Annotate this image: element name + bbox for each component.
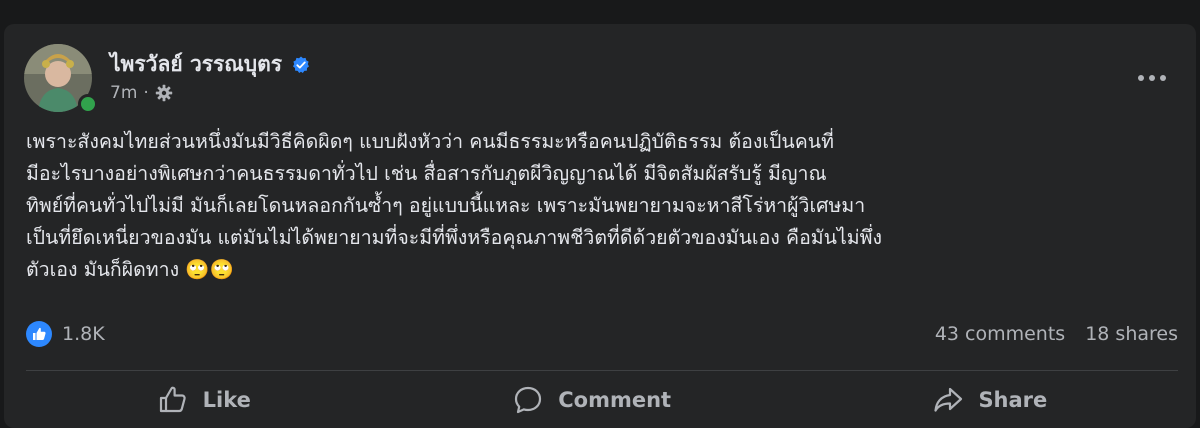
actions-divider — [26, 370, 1178, 371]
post-card: ไพรวัลย์ วรรณบุตร 7m · เพราะสังคมไทยส่วน… — [4, 24, 1196, 428]
post-text-line: ทิพย์ที่คนทั่วไปไม่มี มันก็เลยโดนหลอกกัน… — [26, 194, 866, 217]
post-text-line: เป็นที่ยึดเหนี่ยวของมัน แต่มันไม่ได้พยาย… — [26, 226, 883, 249]
post-timestamp[interactable]: 7m — [110, 83, 137, 103]
share-arrow-icon — [934, 387, 963, 412]
comments-count[interactable]: 43 comments — [935, 323, 1065, 345]
author-row: ไพรวัลย์ วรรณบุตร — [110, 48, 310, 81]
meta-separator: · — [143, 83, 149, 103]
post-text-line: เพราะสังคมไทยส่วนหนึ่งมันมีวิธีคิดผิดๆ แ… — [26, 130, 834, 153]
speech-bubble-icon — [515, 386, 542, 414]
comment-label: Comment — [558, 388, 672, 412]
post-meta: 7m · — [110, 83, 173, 103]
like-label: Like — [202, 388, 251, 412]
reactions-summary[interactable]: 1.8K — [26, 321, 105, 347]
author-name[interactable]: ไพรวัลย์ วรรณบุตร — [110, 48, 282, 81]
verified-badge-icon — [293, 56, 310, 73]
share-label: Share — [978, 388, 1048, 412]
more-options-button[interactable] — [1132, 66, 1172, 90]
comment-button[interactable]: Comment — [492, 378, 691, 422]
post-stats: 1.8K 43 comments 18 shares — [26, 316, 1178, 352]
reactions-count: 1.8K — [62, 323, 105, 345]
like-button[interactable]: Like — [137, 378, 271, 422]
post-actions: Like Comment Share — [26, 376, 1178, 424]
post-text-line: มีอะไรบางอย่างพิเศษกว่าคนธรรมดาทั่วไป เช… — [26, 162, 827, 185]
gear-icon[interactable] — [155, 84, 173, 102]
thumbs-up-icon — [26, 321, 52, 347]
more-options-icon — [1138, 75, 1166, 81]
post-text-line: ตัวเอง มันก็ผิดทาง 🙄🙄 — [26, 258, 234, 281]
post-body: เพราะสังคมไทยส่วนหนึ่งมันมีวิธีคิดผิดๆ แ… — [26, 126, 1178, 286]
thumbs-up-outline-icon — [159, 386, 186, 413]
online-status-indicator — [78, 94, 98, 114]
share-button[interactable]: Share — [912, 378, 1067, 422]
shares-count[interactable]: 18 shares — [1085, 323, 1178, 345]
